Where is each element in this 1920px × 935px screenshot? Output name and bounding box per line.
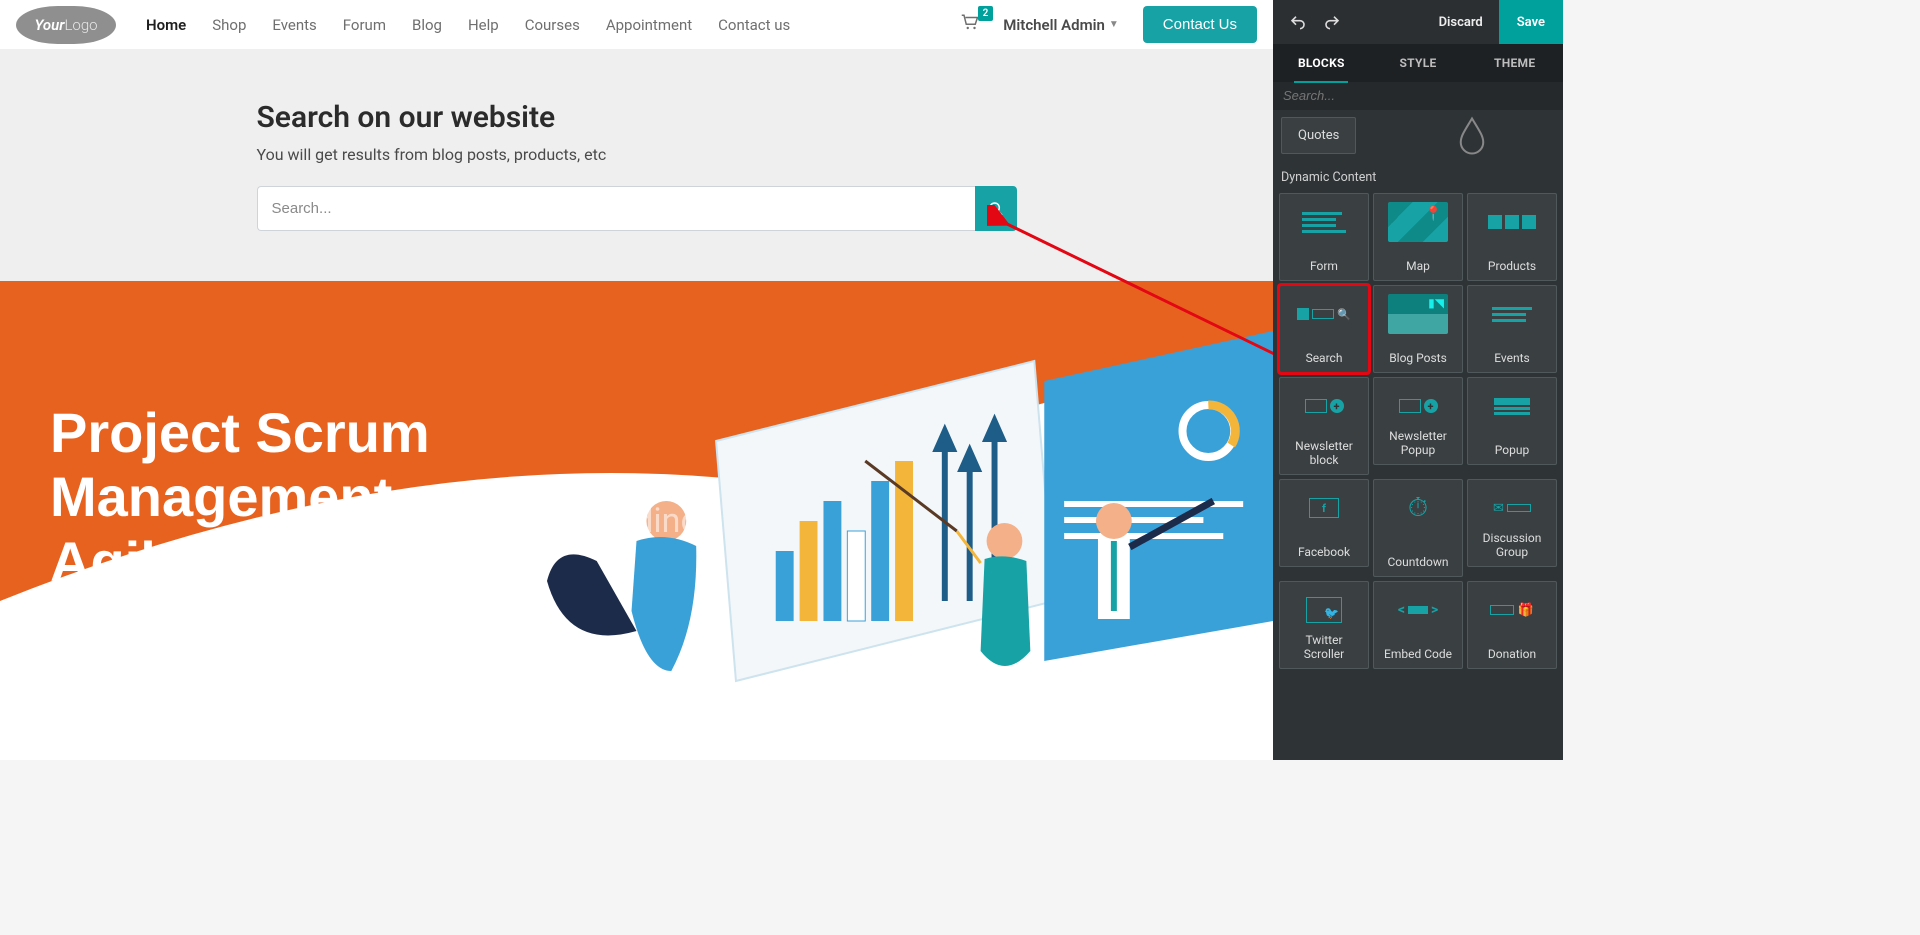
block-preview-icon: ✉ bbox=[1482, 488, 1542, 528]
block-countdown[interactable]: ⏱ Countdown bbox=[1373, 479, 1463, 577]
website-canvas: YourLogo HomeShopEventsForumBlogHelpCour… bbox=[0, 0, 1273, 760]
block-donation[interactable]: 🎁 Donation bbox=[1467, 581, 1557, 669]
hero-banner: Project ScrumManagementAgile Heading bbox=[0, 281, 1273, 760]
chevron-down-icon: ▼ bbox=[1109, 19, 1119, 30]
block-grid: Form 📍 Map Products 🔍 Search ▮◥ Blog Posts Event… bbox=[1279, 193, 1557, 669]
tab-theme[interactable]: THEME bbox=[1466, 44, 1563, 82]
editor-tabs: BLOCKSSTYLETHEME bbox=[1273, 44, 1563, 82]
block-group-label: Dynamic Content bbox=[1281, 170, 1557, 185]
discard-button[interactable]: Discard bbox=[1423, 0, 1499, 44]
topbar: YourLogo HomeShopEventsForumBlogHelpCour… bbox=[0, 0, 1273, 50]
redo-button[interactable] bbox=[1315, 5, 1349, 39]
block-search-input[interactable] bbox=[1283, 88, 1553, 103]
block-preview-icon: ⏱ bbox=[1388, 488, 1448, 528]
block-map[interactable]: 📍 Map bbox=[1373, 193, 1463, 281]
block-preview-icon bbox=[1482, 202, 1542, 242]
block-label: Facebook bbox=[1298, 546, 1350, 560]
undo-button[interactable] bbox=[1281, 5, 1315, 39]
block-preview-icon: 🔍 bbox=[1294, 294, 1354, 334]
block-popup[interactable]: Popup bbox=[1467, 377, 1557, 465]
user-menu[interactable]: Mitchell Admin ▼ bbox=[1003, 16, 1119, 34]
contact-us-button[interactable]: Contact Us bbox=[1143, 6, 1257, 43]
banner-heading: Project ScrumManagementAgile bbox=[50, 401, 430, 594]
block-label: Newsletter Popup bbox=[1378, 430, 1458, 458]
block-events[interactable]: Events bbox=[1467, 285, 1557, 373]
block-preview-icon: <> bbox=[1388, 590, 1448, 630]
nav-shop[interactable]: Shop bbox=[202, 8, 256, 42]
undo-icon bbox=[1290, 14, 1306, 30]
block-label: Newsletter block bbox=[1284, 440, 1364, 468]
tab-blocks[interactable]: BLOCKS bbox=[1273, 44, 1370, 82]
search-title: Search on our website bbox=[257, 100, 1017, 135]
droplet-icon bbox=[1457, 116, 1487, 156]
block-label: Form bbox=[1310, 260, 1338, 274]
cart-icon bbox=[961, 14, 979, 30]
search-input[interactable] bbox=[257, 186, 975, 231]
block-label: Search bbox=[1306, 352, 1343, 366]
search-block: Search on our website You will get resul… bbox=[0, 50, 1273, 281]
block-label: Twitter Scroller bbox=[1284, 634, 1364, 662]
nav-home[interactable]: Home bbox=[136, 8, 196, 42]
block-label: Discussion Group bbox=[1472, 532, 1552, 560]
logo-text-main: Your bbox=[34, 16, 64, 34]
block-preview-icon: + bbox=[1388, 386, 1448, 426]
block-products[interactable]: Products bbox=[1467, 193, 1557, 281]
block-preview-icon bbox=[1482, 386, 1542, 426]
editor-sidepanel: Discard Save BLOCKSSTYLETHEME Quotes Dyn… bbox=[1273, 0, 1563, 760]
block-newsletter-block[interactable]: + Newsletter block bbox=[1279, 377, 1369, 475]
nav-forum[interactable]: Forum bbox=[333, 8, 396, 42]
block-quotes[interactable]: Quotes bbox=[1281, 117, 1356, 154]
editor-topbar: Discard Save bbox=[1273, 0, 1563, 44]
block-search-wrap bbox=[1273, 82, 1563, 110]
block-embed-code[interactable]: <> Embed Code bbox=[1373, 581, 1463, 669]
block-label: Popup bbox=[1495, 444, 1529, 458]
block-label: Countdown bbox=[1387, 556, 1448, 570]
block-preview-icon: 🎁 bbox=[1482, 590, 1542, 630]
block-newsletter-popup[interactable]: + Newsletter Popup bbox=[1373, 377, 1463, 465]
search-subtitle: You will get results from blog posts, pr… bbox=[257, 145, 1017, 164]
nav-blog[interactable]: Blog bbox=[402, 8, 452, 42]
nav-events[interactable]: Events bbox=[262, 8, 326, 42]
user-name: Mitchell Admin bbox=[1003, 16, 1105, 34]
nav-help[interactable]: Help bbox=[458, 8, 509, 42]
site-logo[interactable]: YourLogo bbox=[16, 6, 116, 44]
search-submit-button[interactable] bbox=[975, 186, 1017, 231]
block-search[interactable]: 🔍 Search bbox=[1279, 285, 1369, 373]
cart-badge: 2 bbox=[978, 6, 994, 21]
block-preview-icon bbox=[1482, 294, 1542, 334]
block-facebook[interactable]: f Facebook bbox=[1279, 479, 1369, 567]
block-label: Events bbox=[1494, 352, 1530, 366]
nav-appointment[interactable]: Appointment bbox=[596, 8, 702, 42]
cart-button[interactable]: 2 bbox=[961, 14, 979, 35]
logo-text-sub: Logo bbox=[65, 16, 98, 34]
nav-contact-us[interactable]: Contact us bbox=[708, 8, 800, 42]
block-preview-icon: f bbox=[1294, 488, 1354, 528]
banner-placeholder-text: Heading bbox=[573, 501, 699, 541]
block-discussion-group[interactable]: ✉ Discussion Group bbox=[1467, 479, 1557, 567]
block-preview-icon: 🐦 bbox=[1294, 590, 1354, 630]
search-icon bbox=[988, 201, 1004, 217]
block-label: Products bbox=[1488, 260, 1536, 274]
block-label: Donation bbox=[1488, 648, 1536, 662]
redo-icon bbox=[1324, 14, 1340, 30]
block-form[interactable]: Form bbox=[1279, 193, 1369, 281]
block-label: Blog Posts bbox=[1389, 352, 1447, 366]
block-label: Embed Code bbox=[1384, 648, 1452, 662]
blocks-scroll[interactable]: Quotes Dynamic Content Form 📍 Map Products 🔍… bbox=[1273, 110, 1563, 760]
primary-nav: HomeShopEventsForumBlogHelpCoursesAppoin… bbox=[136, 8, 800, 42]
block-preview-icon: 📍 bbox=[1388, 202, 1448, 242]
nav-courses[interactable]: Courses bbox=[515, 8, 590, 42]
block-preview-icon: + bbox=[1294, 386, 1354, 426]
block-blog-posts[interactable]: ▮◥ Blog Posts bbox=[1373, 285, 1463, 373]
tab-style[interactable]: STYLE bbox=[1370, 44, 1467, 82]
block-label: Map bbox=[1406, 260, 1430, 274]
block-preview-icon: ▮◥ bbox=[1388, 294, 1448, 334]
save-button[interactable]: Save bbox=[1499, 0, 1563, 44]
block-twitter-scroller[interactable]: 🐦 Twitter Scroller bbox=[1279, 581, 1369, 669]
block-preview-icon bbox=[1294, 202, 1354, 242]
